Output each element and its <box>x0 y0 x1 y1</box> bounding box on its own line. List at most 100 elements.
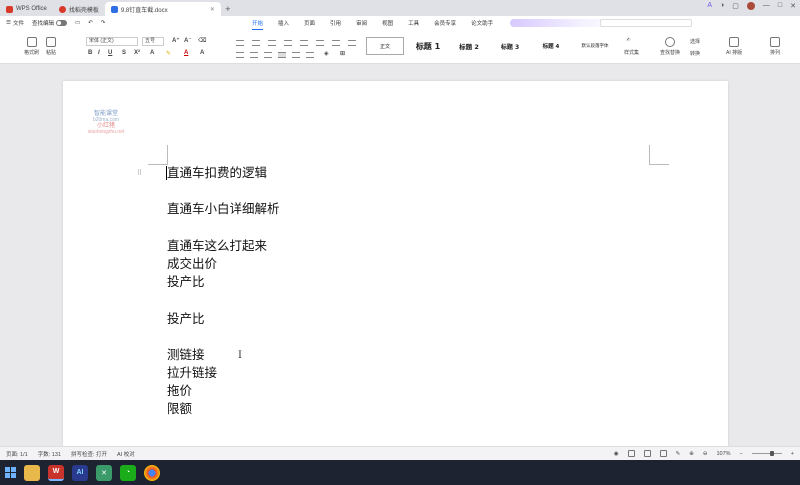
close-tab-icon[interactable]: ✕ <box>210 6 215 13</box>
document-body[interactable]: 直通车扣费的逻辑 直通车小白详细解析 直通车这么打起来 成交出价 投产比 投产比… <box>167 164 280 419</box>
wps-taskbar-icon[interactable]: W <box>48 464 64 481</box>
globe-icon[interactable]: ⊕ <box>689 451 694 457</box>
align-justify-icon[interactable] <box>278 52 286 58</box>
paste-button[interactable]: 粘贴 <box>46 37 56 56</box>
font-name-select[interactable]: 宋体 (正文) <box>86 37 138 46</box>
doc-paragraph[interactable]: 拉升链接 <box>167 364 280 382</box>
convert-button[interactable]: 转换 <box>690 50 700 57</box>
style-default-para[interactable]: 默认段落字体 <box>572 37 618 55</box>
tab-references[interactable]: 引用 <box>330 17 341 30</box>
new-tab-icon[interactable]: + <box>221 2 235 16</box>
page-view-icon[interactable] <box>627 450 635 457</box>
capcut-icon[interactable]: ✕ <box>96 464 112 481</box>
doc-paragraph[interactable] <box>167 291 280 309</box>
tab-home[interactable]: 开始 <box>252 17 264 30</box>
sort-icon[interactable] <box>300 40 308 46</box>
wechat-icon[interactable]: ◔ <box>120 464 136 481</box>
hamburger-icon[interactable]: ☰ <box>6 20 11 26</box>
collab-toggle[interactable] <box>55 20 67 26</box>
doc-paragraph[interactable]: 测链接 <box>167 346 280 364</box>
arrange-button[interactable]: 排列 <box>770 37 780 56</box>
doc-paragraph[interactable] <box>167 182 280 200</box>
close-window-icon[interactable]: ✕ <box>790 2 796 10</box>
search-input[interactable] <box>600 19 692 27</box>
outline-view-icon[interactable] <box>643 450 651 457</box>
redo-icon[interactable]: ↷ <box>101 20 106 26</box>
tab-view[interactable]: 视图 <box>382 17 393 30</box>
doc-paragraph[interactable] <box>167 219 280 237</box>
zoom-minus-icon[interactable]: − <box>740 451 743 457</box>
tab-tools[interactable]: 工具 <box>408 17 419 30</box>
tab-page[interactable]: 页面 <box>304 17 315 30</box>
tab-document[interactable]: 9.8钉直车截.docx ✕ <box>104 2 221 16</box>
doc-paragraph[interactable]: 成交出价 <box>167 255 280 273</box>
doc-paragraph[interactable]: 直通车小白详细解析 <box>167 200 280 218</box>
shrink-font-icon[interactable]: A⁻ <box>184 37 192 44</box>
grow-font-icon[interactable]: A⁺ <box>172 37 180 44</box>
font-size-select[interactable]: 五号 <box>142 37 164 46</box>
doc-paragraph[interactable]: 投产比 <box>167 310 280 328</box>
italic-icon[interactable]: I <box>98 50 100 56</box>
align-center-icon[interactable] <box>250 52 258 58</box>
outdent-icon[interactable] <box>268 40 276 46</box>
windows-start-icon[interactable] <box>5 467 16 478</box>
style-heading-1[interactable]: 标题 1 <box>410 37 446 55</box>
para-icon[interactable] <box>348 40 356 46</box>
doc-paragraph[interactable]: 直通车扣费的逻辑 <box>167 164 280 182</box>
doc-paragraph[interactable]: 拖价 <box>167 382 280 400</box>
zoom-slider[interactable] <box>751 451 782 456</box>
select-button[interactable]: 选择 <box>690 38 700 45</box>
font-color-icon[interactable]: A <box>184 50 188 56</box>
indent-icon[interactable] <box>284 40 292 46</box>
style-heading-2[interactable]: 标题 2 <box>452 37 486 55</box>
read-view-icon[interactable] <box>659 450 667 457</box>
doc-paragraph[interactable]: 直通车这么打起来 <box>167 237 280 255</box>
chrome-icon[interactable] <box>144 464 160 481</box>
pen-icon[interactable]: ✎ <box>676 451 681 457</box>
document-canvas[interactable]: 智能课堂 b20ma.com 小红猪 xiaohongzhu.net ⠿ 直通车… <box>0 64 800 446</box>
ai-layout-button[interactable]: AI 排版 <box>726 37 742 56</box>
word-count[interactable]: 字数: 131 <box>38 450 61 458</box>
spell-check[interactable]: 拼写检查: 打开 <box>71 450 107 458</box>
undo-icon[interactable]: ↶ <box>88 20 93 26</box>
zoom-plus-icon[interactable]: + <box>791 451 794 457</box>
clear-format-icon[interactable]: ⌫ <box>198 37 206 44</box>
zoom-out-icon[interactable]: ⊖ <box>703 451 708 457</box>
style-heading-4[interactable]: 标题 4 <box>536 37 566 55</box>
doc-paragraph[interactable]: 投产比 <box>167 273 280 291</box>
save-icon[interactable]: ▭ <box>75 20 80 26</box>
restore-icon[interactable]: ▢ <box>732 2 739 10</box>
char-border-icon[interactable]: A <box>200 50 204 56</box>
file-explorer-icon[interactable] <box>24 464 40 481</box>
tab-paper[interactable]: 论文助手 <box>471 17 493 30</box>
skin-icon[interactable]: ◑ <box>720 2 724 10</box>
line-spacing-icon[interactable] <box>332 40 340 46</box>
style-normal[interactable]: 正文 <box>366 37 404 55</box>
doc-paragraph[interactable]: 限额 <box>167 400 280 418</box>
tab-insert[interactable]: 插入 <box>278 17 289 30</box>
ai-proofread[interactable]: AI 校对 <box>117 450 135 458</box>
find-replace-button[interactable]: 查找替换 <box>660 37 680 56</box>
tab-review[interactable]: 审阅 <box>356 17 367 30</box>
ai-assistant-icon[interactable]: A <box>707 2 712 10</box>
superscript-icon[interactable]: X² <box>134 50 140 56</box>
format-painter-button[interactable]: 格式刷 <box>24 37 39 56</box>
minimize-icon[interactable]: — <box>763 2 770 10</box>
bullets-icon[interactable] <box>236 40 244 46</box>
align-right-icon[interactable] <box>264 52 272 58</box>
zoom-level[interactable]: 107% <box>716 451 730 457</box>
tab-template[interactable]: 找稻壳模板 <box>53 2 105 16</box>
columns-icon[interactable] <box>306 52 314 58</box>
document-page[interactable]: 智能课堂 b20ma.com 小红猪 xiaohongzhu.net ⠿ 直通车… <box>63 81 728 446</box>
shading-icon[interactable]: ◈ <box>324 50 329 57</box>
align-left-icon[interactable] <box>236 52 244 58</box>
page-count[interactable]: 页面: 1/1 <box>6 450 28 458</box>
numbering-icon[interactable] <box>252 40 260 46</box>
borders-icon[interactable]: ⊞ <box>340 50 345 57</box>
style-heading-3[interactable]: 标题 3 <box>494 37 526 55</box>
menu-file[interactable]: 文件 <box>13 19 24 27</box>
underline-icon[interactable]: U <box>108 50 112 56</box>
style-set-button[interactable]: ✍ 样式集 <box>624 37 639 56</box>
drag-handle-icon[interactable]: ⠿ <box>137 169 142 177</box>
maximize-icon[interactable]: □ <box>778 2 782 10</box>
